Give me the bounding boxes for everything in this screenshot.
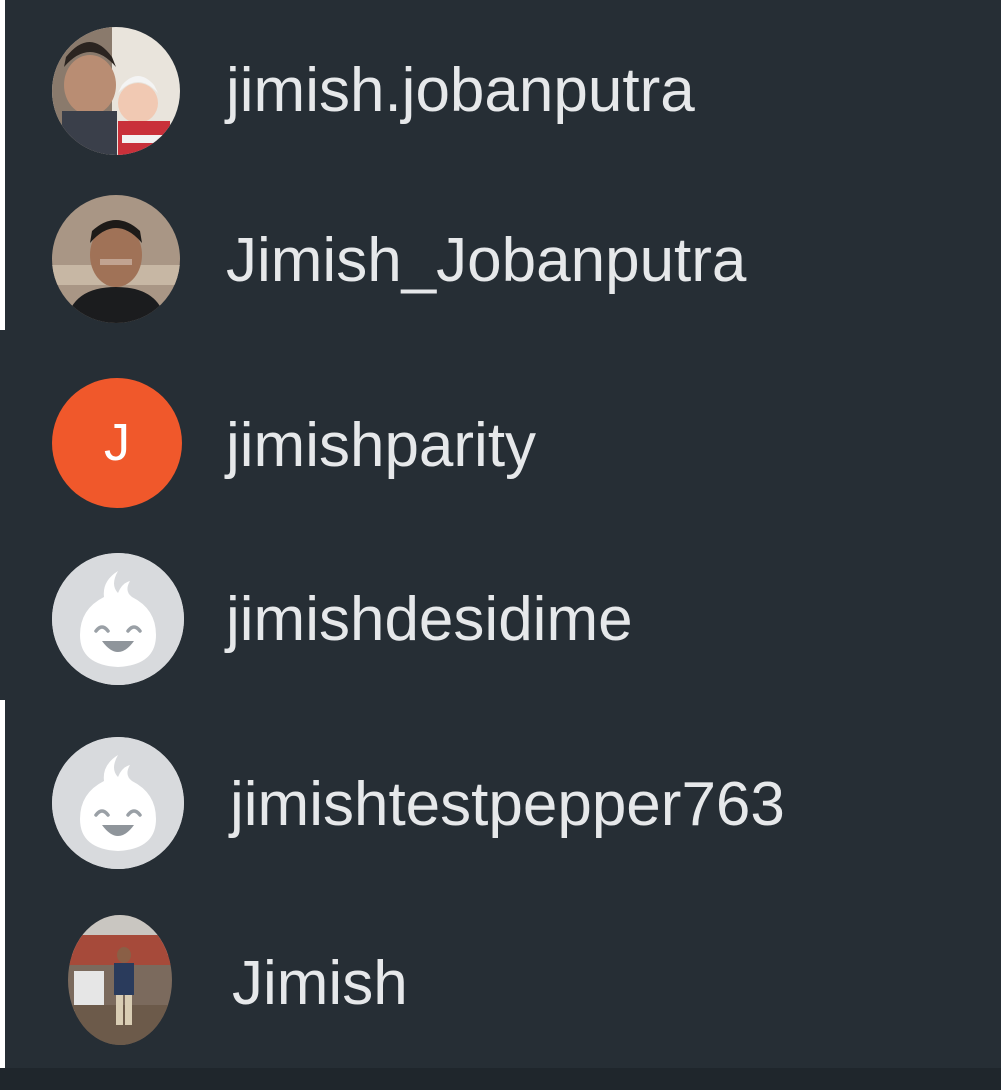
father-daughter-photo-icon <box>52 27 180 155</box>
avatar-initial: J <box>104 414 130 472</box>
username: jimish.jobanputra <box>226 56 695 125</box>
account-row[interactable]: J jimishparity <box>0 360 1001 530</box>
avatar-photo <box>52 27 180 155</box>
account-row[interactable]: jimishdesidime <box>0 535 1001 705</box>
flame-mascot-icon <box>52 737 184 869</box>
username: jimishtestpepper763 <box>230 770 785 839</box>
username: Jimish_Jobanputra <box>226 226 747 295</box>
avatar-photo <box>52 195 180 323</box>
username: jimishparity <box>226 411 537 480</box>
account-row[interactable]: jimishtestpepper763 <box>0 720 1001 890</box>
avatar-default <box>52 737 184 869</box>
username: jimishdesidime <box>226 585 633 654</box>
portrait-photo-icon <box>52 195 180 323</box>
bottom-divider <box>0 1068 1001 1090</box>
account-row[interactable]: jimish.jobanputra <box>0 5 1001 175</box>
avatar-letter: J <box>52 378 182 508</box>
account-row[interactable]: Jimish <box>0 895 1001 1065</box>
outdoor-photo-icon <box>68 915 172 1045</box>
account-row[interactable]: Jimish_Jobanputra <box>0 180 1001 350</box>
flame-mascot-icon <box>52 553 184 685</box>
avatar-photo <box>68 915 172 1045</box>
account-list: jimish.jobanputra Jimish_Jobanputra J ji… <box>0 0 1001 1090</box>
avatar-default <box>52 553 184 685</box>
username: Jimish <box>232 949 408 1018</box>
